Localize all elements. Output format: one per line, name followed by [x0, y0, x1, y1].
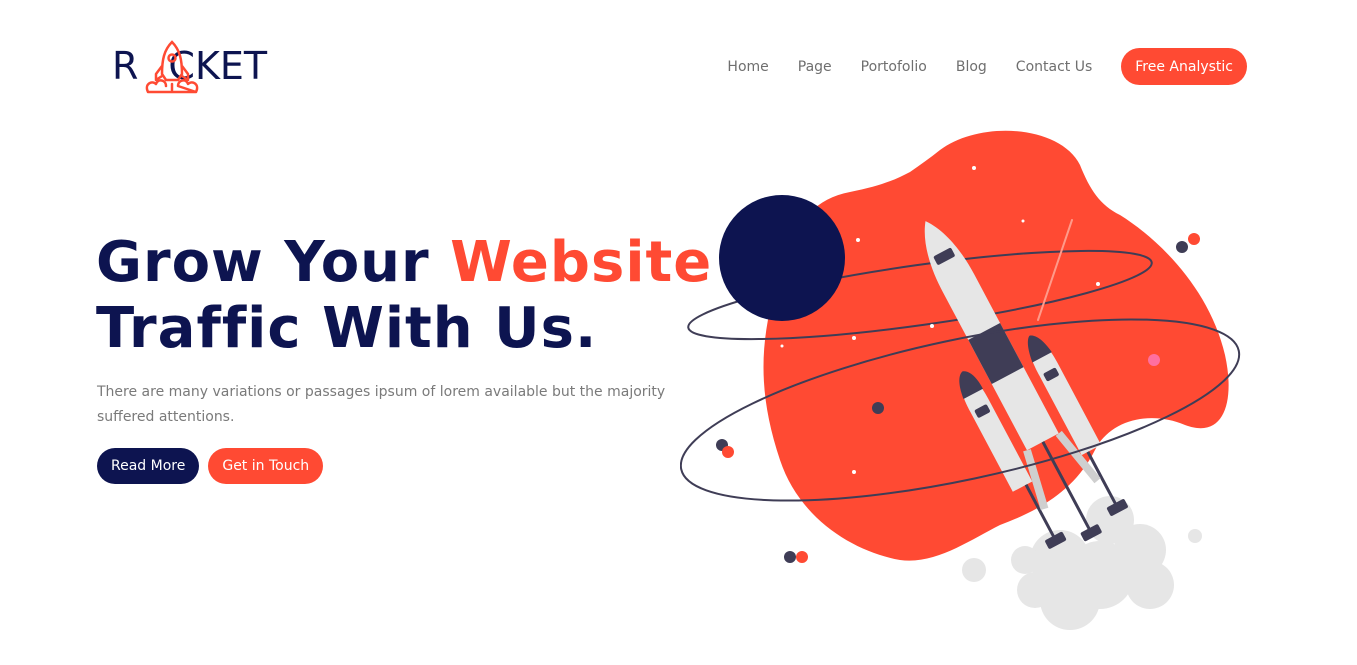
get-in-touch-button[interactable]: Get in Touch	[208, 448, 324, 484]
hero-buttons: Read More Get in Touch	[97, 448, 332, 484]
brand-logo[interactable]: R CKET	[112, 40, 282, 100]
hero-title-prefix: Grow Your	[96, 230, 451, 295]
nav-contact-us[interactable]: Contact Us	[1016, 49, 1092, 85]
hero-title: Grow Your Website Traffic With Us.	[96, 230, 712, 362]
hero-title-line2: Traffic With Us.	[96, 296, 598, 361]
rocket-icon	[145, 40, 199, 94]
nav-blog[interactable]: Blog	[956, 49, 987, 85]
rocket-launch-illustration	[680, 130, 1241, 630]
nav-home[interactable]: Home	[727, 49, 768, 85]
free-analystic-button[interactable]: Free Analystic	[1121, 48, 1247, 85]
nav-portofolio[interactable]: Portofolio	[861, 49, 927, 85]
main-nav: Home Page Portofolio Blog Contact Us Fre…	[727, 48, 1247, 85]
hero-description: There are many variations or passages ip…	[97, 384, 666, 425]
hero-title-accent: Website	[450, 230, 713, 295]
read-more-button[interactable]: Read More	[97, 448, 200, 484]
nav-page[interactable]: Page	[798, 49, 832, 85]
